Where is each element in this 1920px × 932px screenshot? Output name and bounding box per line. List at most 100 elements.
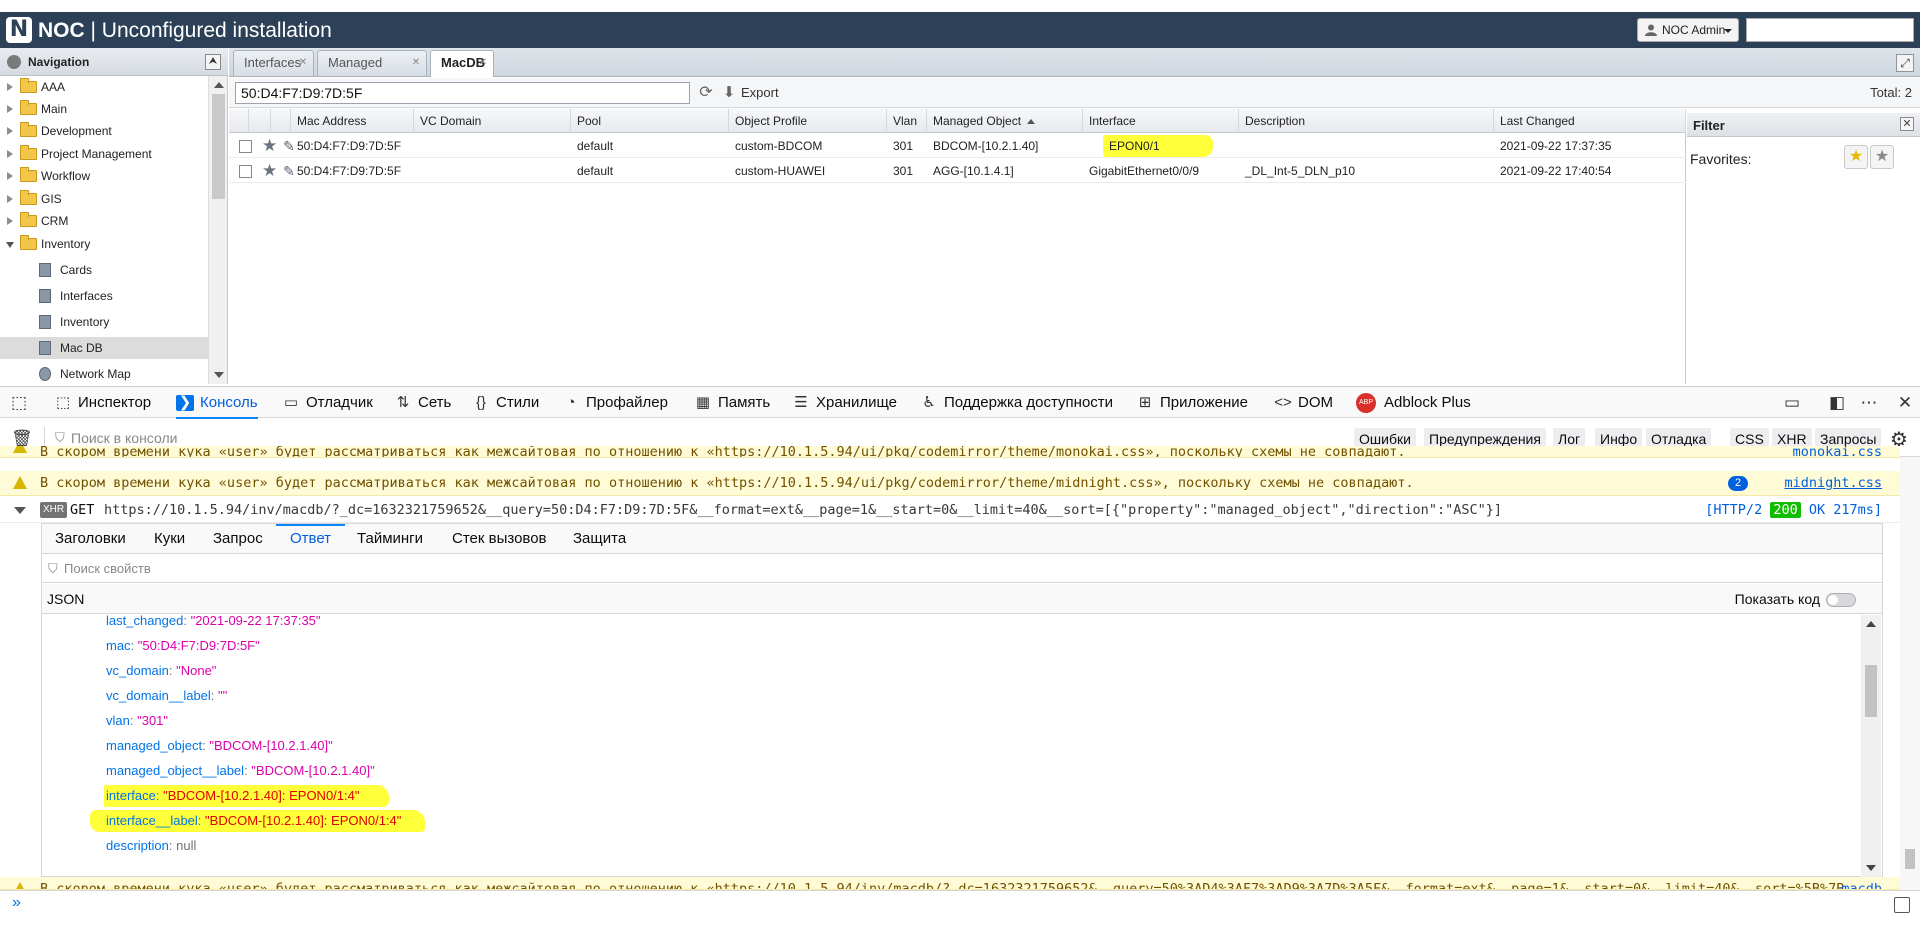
scrollbar-thumb[interactable]: [212, 94, 225, 199]
responsive-mode-icon[interactable]: ▭: [1781, 393, 1803, 413]
dock-side-icon[interactable]: ◧: [1826, 393, 1848, 413]
json-row[interactable]: managed_object: "BDCOM-[10.2.1.40]": [106, 735, 333, 757]
nav-item-aaa[interactable]: AAA: [0, 76, 208, 98]
column-header-managed-object[interactable]: Managed Object: [927, 109, 1083, 133]
xhr-request-row[interactable]: XHR GET https://10.1.5.94/inv/macdb/?_dc…: [0, 497, 1900, 523]
tab-cookies[interactable]: Куки: [154, 524, 185, 554]
nav-item-cards[interactable]: Cards: [0, 259, 208, 281]
scroll-down-icon[interactable]: [214, 372, 224, 378]
raw-toggle-switch[interactable]: [1826, 593, 1856, 607]
properties-filter-input[interactable]: ⛉ Поиск свойств: [42, 555, 1882, 583]
expand-arrow-icon[interactable]: [7, 105, 13, 113]
refresh-icon[interactable]: ⟳: [697, 84, 715, 102]
expand-arrow-icon[interactable]: [7, 83, 13, 91]
scroll-down-icon[interactable]: [1866, 865, 1876, 871]
close-icon[interactable]: ✕: [1900, 117, 1914, 131]
console-scrollbar[interactable]: [1900, 457, 1920, 890]
scrollbar-thumb[interactable]: [1905, 849, 1915, 869]
devtools-tab-storage[interactable]: ☰ Хранилище: [792, 387, 897, 419]
request-status[interactable]: [HTTP/2 200 OK 217ms]: [1705, 497, 1882, 523]
export-button[interactable]: ⬇ Export: [721, 84, 779, 102]
json-row[interactable]: vlan: "301": [106, 710, 168, 732]
global-search-input[interactable]: [1746, 18, 1914, 42]
nav-item-inventory-child[interactable]: Inventory: [0, 311, 208, 333]
json-row[interactable]: managed_object__label: "BDCOM-[10.2.1.40…: [106, 760, 375, 782]
tab-headers[interactable]: Заголовки: [55, 524, 126, 554]
column-header-favorite[interactable]: [249, 109, 271, 133]
tab-security[interactable]: Защита: [573, 524, 626, 554]
tab-timings[interactable]: Тайминги: [357, 524, 423, 554]
table-row[interactable]: ★ ✎ 50:D4:F7:D9:7D:5F default custom-HUA…: [229, 159, 1686, 183]
warning-source-link[interactable]: midnight.css: [1784, 471, 1882, 495]
scroll-up-icon[interactable]: [214, 82, 224, 88]
devtools-tab-accessibility[interactable]: ♿ Поддержка доступности: [920, 387, 1113, 419]
scrollbar-thumb[interactable]: [1865, 665, 1877, 717]
expand-arrow-icon[interactable]: [7, 217, 13, 225]
navigation-scrollbar[interactable]: [208, 76, 227, 384]
json-scrollbar[interactable]: [1861, 615, 1881, 877]
column-header-mac-address[interactable]: Mac Address: [291, 109, 414, 133]
nav-item-inventory[interactable]: Inventory: [0, 233, 208, 255]
nav-item-interfaces[interactable]: Interfaces: [0, 285, 208, 307]
devtools-tab-debugger[interactable]: ▭ Отладчик: [282, 387, 373, 419]
request-url[interactable]: https://10.1.5.94/inv/macdb/?_dc=1632321…: [104, 497, 1502, 523]
user-menu-button[interactable]: NOC Admin: [1637, 18, 1739, 42]
close-icon[interactable]: ✕: [478, 58, 488, 68]
tab-managed-objects[interactable]: Managed Objects✕: [317, 50, 427, 94]
column-header-last-changed[interactable]: Last Changed: [1494, 109, 1686, 133]
json-row[interactable]: mac: "50:D4:F7:D9:7D:5F": [106, 635, 260, 657]
console-warning-row[interactable]: В скором времени кука «user» будет рассм…: [0, 877, 1900, 890]
tab-stack-trace[interactable]: Стек вызовов: [452, 524, 547, 554]
devtools-tab-console[interactable]: ❯ Консоль: [176, 387, 258, 419]
close-devtools-icon[interactable]: ✕: [1894, 393, 1916, 413]
column-header-pool[interactable]: Pool: [571, 109, 729, 133]
json-row-highlighted[interactable]: interface: "BDCOM-[10.2.1.40]: EPON0/1:4…: [104, 785, 390, 807]
nav-item-project-management[interactable]: Project Management: [0, 143, 208, 165]
devtools-tab-adblock-plus[interactable]: ABP Adblock Plus: [1356, 387, 1471, 419]
devtools-tab-profiler[interactable]: ◔ Профайлер: [562, 387, 668, 419]
expand-arrow-icon[interactable]: [7, 195, 13, 203]
star-icon[interactable]: ★: [262, 137, 277, 155]
row-checkbox[interactable]: [239, 165, 252, 178]
nav-item-gis[interactable]: GIS: [0, 188, 208, 210]
more-options-icon[interactable]: ⋯: [1858, 393, 1880, 413]
devtools-tab-inspector[interactable]: ⬚ Инспектор: [54, 387, 151, 419]
devtools-tab-styles[interactable]: {} Стили: [472, 387, 539, 419]
expand-arrow-icon[interactable]: [7, 172, 13, 180]
column-header-select[interactable]: [229, 109, 249, 133]
nav-item-mac-db[interactable]: Mac DB: [0, 337, 208, 359]
nav-item-main[interactable]: Main: [0, 98, 208, 120]
console-input[interactable]: »: [0, 890, 1920, 918]
expand-arrow-icon[interactable]: [7, 127, 13, 135]
warning-source-link[interactable]: monokai.css: [1793, 446, 1882, 457]
json-row[interactable]: description: null: [106, 835, 196, 857]
warning-source-link[interactable]: macdb: [1841, 877, 1882, 889]
column-header-vc-domain[interactable]: VC Domain: [414, 109, 571, 133]
devtools-tab-dom[interactable]: <> DOM: [1274, 387, 1333, 419]
expand-arrow-icon[interactable]: [7, 150, 13, 158]
column-header-vlan[interactable]: Vlan: [887, 109, 927, 133]
json-row[interactable]: vc_domain: "None": [106, 660, 216, 682]
star-icon[interactable]: ★: [262, 162, 277, 180]
scroll-up-icon[interactable]: [1866, 621, 1876, 627]
favorite-star-filled-button[interactable]: ★: [1844, 145, 1868, 169]
json-row[interactable]: vc_domain__label: "": [106, 685, 227, 707]
json-row[interactable]: last_changed: "2021-09-22 17:37:35": [106, 615, 321, 632]
nav-item-development[interactable]: Development: [0, 120, 208, 142]
tab-macdb[interactable]: MacDB ✕: [430, 50, 494, 77]
close-icon[interactable]: ✕: [298, 58, 308, 68]
maximize-button[interactable]: ⤢: [1896, 54, 1914, 72]
favorite-star-button[interactable]: ★: [1870, 145, 1894, 169]
table-row[interactable]: ★ ✎ 50:D4:F7:D9:7D:5F default custom-BDC…: [229, 134, 1686, 158]
search-input[interactable]: 50:D4:F7:D9:7D:5F: [235, 82, 690, 104]
close-icon[interactable]: ✕: [411, 58, 421, 68]
collapse-navigation-button[interactable]: ⮝: [205, 54, 221, 70]
devtools-tab-memory[interactable]: ▦ Память: [694, 387, 770, 419]
sidebar-toggle-icon[interactable]: [1894, 897, 1910, 913]
tab-request[interactable]: Запрос: [213, 524, 263, 554]
console-warning-row[interactable]: В скором времени кука «user» будет рассм…: [0, 446, 1900, 458]
column-header-interface[interactable]: Interface: [1083, 109, 1239, 133]
column-header-description[interactable]: Description: [1239, 109, 1494, 133]
column-header-object-profile[interactable]: Object Profile: [729, 109, 887, 133]
nav-item-workflow[interactable]: Workflow: [0, 165, 208, 187]
